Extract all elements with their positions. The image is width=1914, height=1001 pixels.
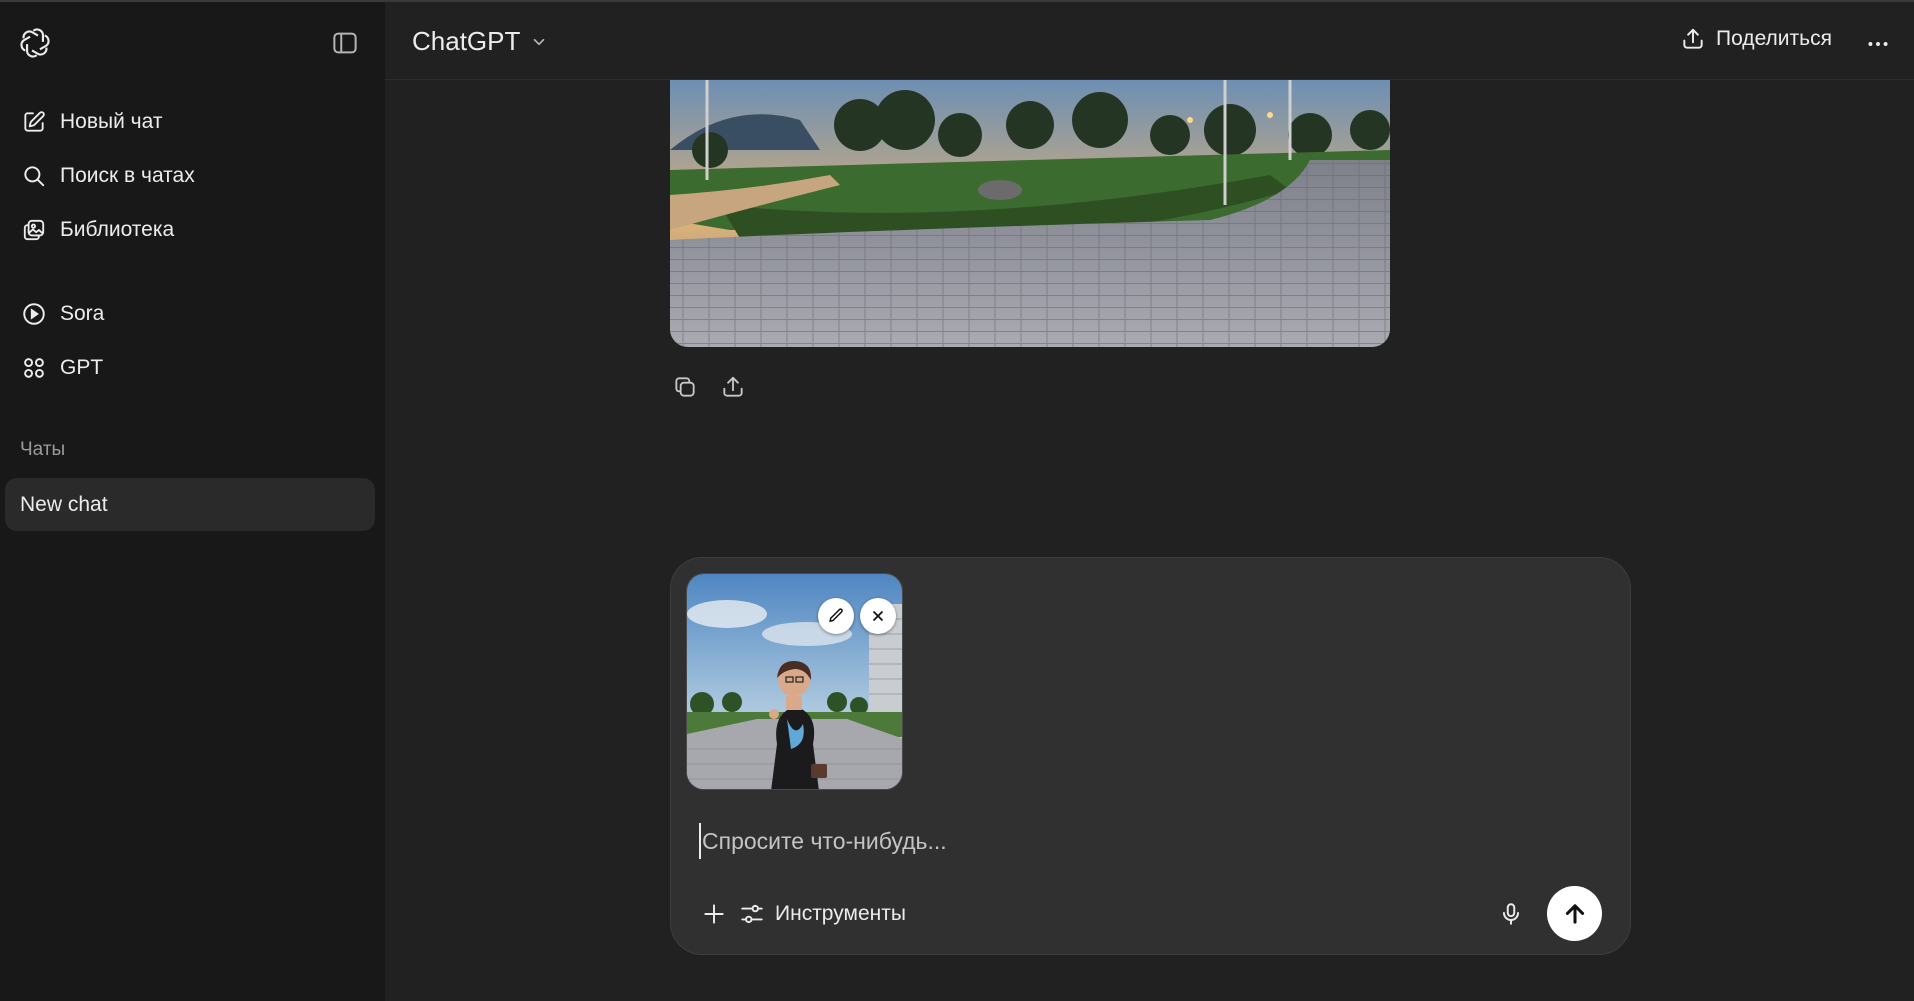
sliders-icon [741,904,763,924]
share-label: Поделиться [1716,27,1832,50]
sidebar-item-sora[interactable]: Sora [6,289,376,339]
microphone-icon[interactable] [1494,897,1528,931]
share-button[interactable]: Поделиться [1680,26,1832,52]
sidebar-item-new-chat[interactable]: Новый чат [6,97,376,147]
pencil-icon [829,608,843,622]
attach-plus-button[interactable] [696,896,732,932]
copy-icon[interactable] [670,372,700,402]
sidebar: Новый чат Поиск в чатах Библиотека Sora … [0,0,385,1001]
conversation-image[interactable] [670,80,1390,347]
new-chat-icon [20,108,48,136]
app-window: Новый чат Поиск в чатах Библиотека Sora … [0,0,1914,1001]
tools-label: Инструменты [775,902,906,925]
top-bar: ChatGPT Поделиться [385,0,1914,80]
remove-image-button[interactable] [860,598,896,634]
sidebar-item-search-chats[interactable]: Поиск в чатах [6,151,376,201]
model-name: ChatGPT [412,26,521,56]
play-circle-icon [20,300,48,328]
model-selector[interactable]: ChatGPT [412,26,548,57]
sidebar-item-label: Библиотека [60,218,175,241]
sidebar-item-label: Sora [60,302,105,325]
chats-section-label: Чаты [20,439,66,460]
sidebar-item-label: Поиск в чатах [60,164,195,187]
main-area: ChatGPT Поделиться Спросите что-нибудь..… [385,0,1914,1001]
message-composer: Инструменты [670,557,1631,955]
search-icon [20,162,48,190]
share-upload-icon[interactable] [718,372,748,402]
plus-icon [704,904,724,924]
prompt-input[interactable] [699,823,1599,859]
more-options-icon[interactable] [1862,28,1894,60]
sidebar-toggle-icon[interactable] [330,28,360,58]
edit-image-button[interactable] [818,598,854,634]
grid-icon [20,354,48,382]
chat-list-item[interactable]: New chat [5,478,375,531]
sidebar-item-label: Новый чат [60,110,163,133]
share-icon [1683,28,1703,49]
arrow-up-icon [1565,903,1584,924]
sidebar-item-library[interactable]: Библиотека [6,205,376,255]
close-icon [873,611,883,621]
send-button[interactable] [1547,886,1602,941]
message-actions [670,372,748,402]
library-icon [20,216,48,244]
sidebar-item-gpt[interactable]: GPT [6,343,376,393]
tools-button[interactable]: Инструменты [739,896,906,932]
chevron-down-icon [534,38,545,45]
openai-logo-icon[interactable] [18,26,52,60]
attached-image-thumbnail[interactable] [686,573,903,790]
sidebar-item-label: GPT [60,356,104,379]
